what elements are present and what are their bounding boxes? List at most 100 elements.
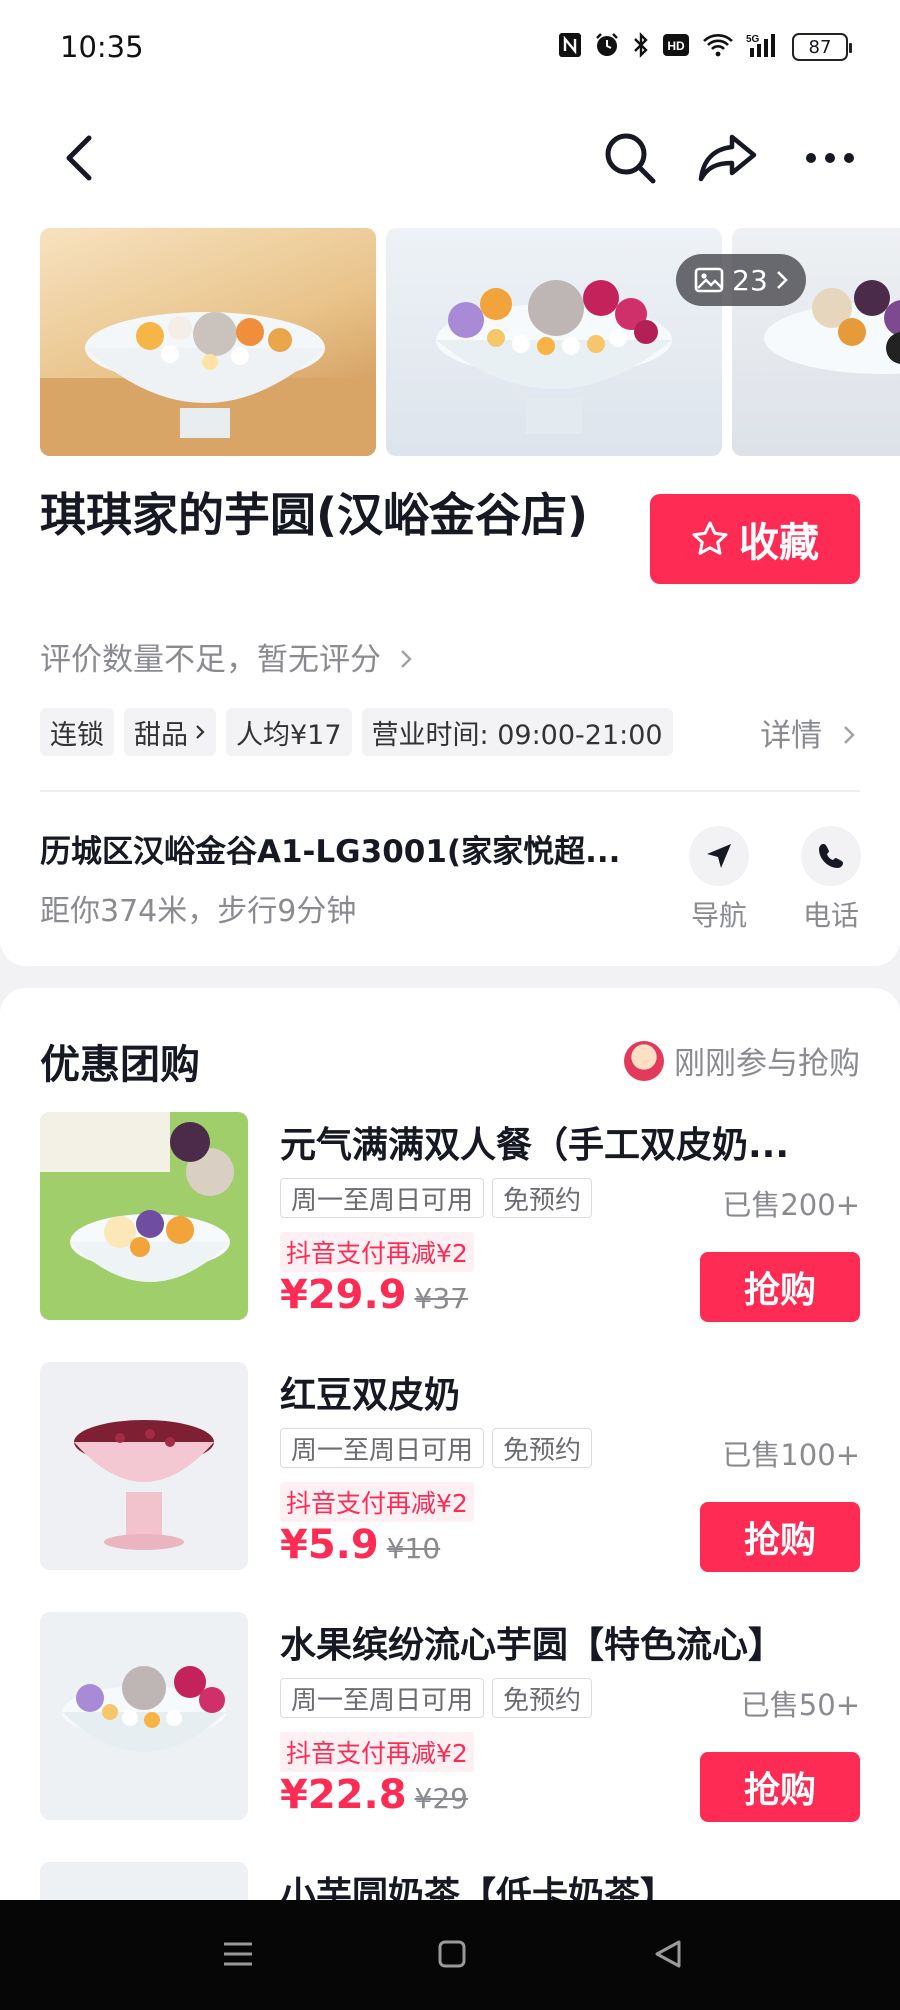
shop-photo[interactable] xyxy=(40,228,376,456)
shop-header-card: 23 琪琪家的芋圆(汉峪金谷店) 收藏 评价数量不足，暂无评分 连锁 甜品 人均… xyxy=(0,104,900,966)
favorite-label: 收藏 xyxy=(739,520,819,566)
deal-tag: 免预约 xyxy=(492,1428,593,1468)
deal-image[interactable] xyxy=(40,1612,248,1820)
nfc-icon xyxy=(558,32,582,62)
shop-distance: 距你374米，步行9分钟 xyxy=(40,894,357,929)
chevron-right-icon xyxy=(776,271,788,289)
phone-label: 电话 xyxy=(802,899,859,932)
deal-tag: 免预约 xyxy=(492,1178,593,1218)
battery-indicator: 87 xyxy=(792,33,852,61)
original-price: ¥29 xyxy=(414,1782,468,1815)
deal-tags: 周一至周日可用 免预约 xyxy=(280,1678,593,1718)
shop-address[interactable]: 历城区汉峪金谷A1-LG3001(家家悦超... xyxy=(40,826,640,871)
promo-badge: 抖音支付再减¥2 xyxy=(280,1732,474,1772)
promo-badge: 抖音支付再减¥2 xyxy=(280,1482,474,1522)
menu-icon xyxy=(224,1942,252,1966)
navigation-arrow-icon xyxy=(707,844,731,868)
buy-button[interactable]: 抢购 xyxy=(700,1752,860,1822)
deals-title: 优惠团购 xyxy=(40,1042,200,1088)
favorite-button[interactable]: 收藏 xyxy=(650,494,860,584)
deal-tags: 周一至周日可用 免预约 xyxy=(280,1178,593,1218)
wifi-icon xyxy=(702,33,734,61)
chevron-left-icon xyxy=(66,135,92,181)
divider xyxy=(40,790,860,792)
deal-image[interactable] xyxy=(40,1362,248,1570)
chevron-right-icon xyxy=(196,725,205,739)
buy-button[interactable]: 抢购 xyxy=(700,1252,860,1322)
deal-tag: 周一至周日可用 xyxy=(280,1678,485,1718)
original-price: ¥10 xyxy=(386,1532,441,1565)
chevron-right-icon xyxy=(844,726,855,744)
tag-chain: 连锁 xyxy=(40,708,114,756)
back-triangle-icon xyxy=(655,1940,681,1968)
deal-name: 小芋圆奶茶【低卡奶茶】 xyxy=(280,1875,677,1902)
deal-tag: 免预约 xyxy=(492,1678,593,1718)
promo-badge: 抖音支付再减¥2 xyxy=(280,1232,474,1272)
deal-price: ¥5.9 xyxy=(280,1522,379,1568)
svg-text:5G: 5G xyxy=(746,34,760,45)
alarm-icon xyxy=(594,32,620,62)
image-icon xyxy=(694,267,724,293)
navigate-label: 导航 xyxy=(690,899,747,932)
photo-count-badge[interactable]: 23 xyxy=(676,254,806,306)
price-row: ¥22.8 ¥29 xyxy=(280,1772,468,1818)
group-deals-section: 优惠团购 刚刚参与抢购 元气满满双人餐（手工双皮奶... 周一至周日可用 免预约… xyxy=(0,988,900,2010)
share-icon xyxy=(698,134,757,182)
details-link[interactable]: 详情 xyxy=(760,710,856,755)
deal-name: 红豆双皮奶 xyxy=(280,1375,461,1416)
recent-activity: 刚刚参与抢购 xyxy=(624,1038,860,1083)
shop-photo[interactable] xyxy=(386,228,722,456)
star-icon xyxy=(692,521,728,555)
bluetooth-icon xyxy=(632,32,650,62)
system-navigation-bar xyxy=(0,1900,900,2010)
deal-price: ¥22.8 xyxy=(280,1772,407,1818)
photo-count: 23 xyxy=(732,263,768,297)
status-time: 10:35 xyxy=(60,30,144,64)
status-bar: 10:35 HD 5G 87 xyxy=(0,0,900,104)
deal-price: ¥29.9 xyxy=(280,1272,407,1318)
deal-tag: 周一至周日可用 xyxy=(280,1178,485,1218)
phone-icon xyxy=(819,844,843,868)
tag-avg-price: 人均¥17 xyxy=(226,708,352,756)
back-nav-button[interactable] xyxy=(648,1934,688,1974)
signal-5g-icon: 5G xyxy=(746,32,780,62)
deal-image[interactable] xyxy=(40,1112,248,1320)
deal-item[interactable]: 水果缤纷流心芋圆【特色流心】 周一至周日可用 免预约 已售50+ 抖音支付再减¥… xyxy=(40,1612,860,1822)
shop-name: 琪琪家的芋圆(汉峪金谷店) xyxy=(40,488,589,542)
svg-text:HD: HD xyxy=(667,39,685,53)
top-nav xyxy=(0,104,900,224)
price-row: ¥29.9 ¥37 xyxy=(280,1272,468,1318)
share-button[interactable] xyxy=(698,128,758,188)
deal-item[interactable]: 元气满满双人餐（手工双皮奶... 周一至周日可用 免预约 已售200+ 抖音支付… xyxy=(40,1112,860,1322)
chevron-right-icon xyxy=(401,650,412,668)
original-price: ¥37 xyxy=(414,1282,468,1315)
home-icon xyxy=(438,1940,466,1968)
search-button[interactable] xyxy=(600,128,660,188)
status-icons: HD 5G 87 xyxy=(558,32,852,62)
buy-button[interactable]: 抢购 xyxy=(700,1502,860,1572)
price-row: ¥5.9 ¥10 xyxy=(280,1522,440,1568)
home-button[interactable] xyxy=(432,1934,472,1974)
sold-count: 已售50+ xyxy=(740,1688,860,1722)
deal-tags: 周一至周日可用 免预约 xyxy=(280,1428,593,1468)
navigate-button[interactable]: 导航 xyxy=(684,826,754,934)
avatar xyxy=(624,1040,664,1081)
more-button[interactable] xyxy=(800,128,860,188)
deal-tag: 周一至周日可用 xyxy=(280,1428,485,1468)
tag-business-hours: 营业时间: 09:00-21:00 xyxy=(361,708,673,756)
shop-tags: 连锁 甜品 人均¥17 营业时间: 09:00-21:00 xyxy=(40,708,673,756)
tag-category[interactable]: 甜品 xyxy=(124,708,216,756)
rating-link[interactable]: 评价数量不足，暂无评分 xyxy=(40,634,413,679)
deal-name: 元气满满双人餐（手工双皮奶... xyxy=(280,1125,790,1166)
deal-item[interactable]: 红豆双皮奶 周一至周日可用 免预约 已售100+ 抖音支付再减¥2 ¥5.9 ¥… xyxy=(40,1362,860,1572)
back-button[interactable] xyxy=(48,128,108,188)
search-icon xyxy=(605,133,656,184)
deal-name: 水果缤纷流心芋圆【特色流心】 xyxy=(280,1625,785,1666)
more-icon xyxy=(806,153,854,163)
sold-count: 已售200+ xyxy=(722,1188,860,1222)
deal-image[interactable] xyxy=(40,1862,248,1902)
phone-button[interactable]: 电话 xyxy=(796,826,866,934)
sold-count: 已售100+ xyxy=(722,1438,860,1472)
menu-button[interactable] xyxy=(218,1934,258,1974)
deal-item[interactable]: 小芋圆奶茶【低卡奶茶】 xyxy=(40,1862,860,1902)
